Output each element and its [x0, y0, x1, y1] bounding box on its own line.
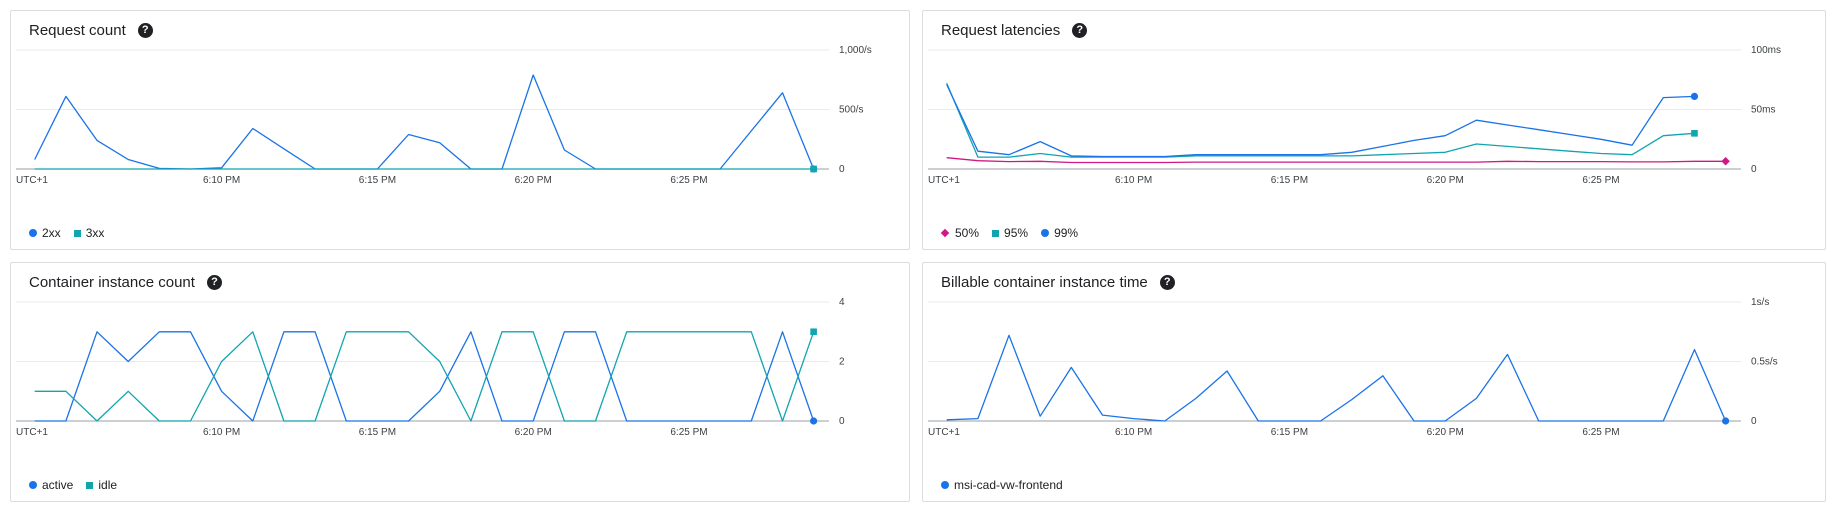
y-tick-label: 4 [839, 297, 845, 308]
series-end-marker [810, 165, 817, 173]
series-end-marker [1721, 157, 1730, 166]
request-latencies-chart: 0 50ms 100ms UTC+1 6:10 PM 6:15 PM 6:20 PM 6:25… [928, 45, 1781, 186]
y-tick-label: 0 [839, 416, 845, 427]
legend: 50% 95% 99% [940, 226, 1091, 240]
series-line-msi-cad-vw-frontend[interactable] [946, 334, 1727, 422]
series-line-99-[interactable] [946, 84, 1695, 158]
y-tick-label: 0 [1751, 416, 1757, 427]
diamond-marker-icon [940, 228, 950, 238]
series-end-marker [1722, 417, 1730, 425]
series-end-marker [810, 328, 817, 336]
legend-label: active [42, 478, 74, 492]
legend: 2xx 3xx [29, 226, 117, 240]
y-tick-label: 100ms [1751, 45, 1781, 56]
legend-item-service[interactable]: msi-cad-vw-frontend [941, 478, 1063, 492]
series-line-50-[interactable] [946, 157, 1726, 164]
circle-marker-icon [1041, 229, 1050, 237]
legend-item-3xx[interactable]: 3xx [73, 226, 105, 240]
x-tick-label: 6:10 PM [203, 427, 240, 438]
x-tick-label: 6:10 PM [1115, 175, 1152, 186]
legend-item-95[interactable]: 95% [992, 226, 1028, 240]
x-tick-label: 6:25 PM [1582, 427, 1619, 438]
square-marker-icon [992, 229, 1000, 237]
circle-marker-icon [29, 229, 37, 237]
legend-label: 99% [1054, 226, 1079, 240]
legend-item-2xx[interactable]: 2xx [29, 226, 61, 240]
legend-label: msi-cad-vw-frontend [954, 478, 1063, 492]
container-instance-count-chart: 0 2 4 UTC+1 6:10 PM 6:15 PM 6:20 PM 6:25 PM [16, 297, 845, 438]
square-marker-icon [73, 229, 81, 237]
series-line-idle[interactable] [34, 331, 815, 422]
y-tick-label: 0 [1751, 164, 1757, 175]
legend-item-50[interactable]: 50% [940, 226, 980, 240]
legend-label: 3xx [85, 226, 105, 240]
request-latencies-panel: Request latencies ? 0 50ms 100ms UTC+1 6:10 … [922, 10, 1826, 250]
billable-instance-time-panel: Billable container instance time ? 0 0.5s… [922, 262, 1826, 502]
container-instance-count-panel: Container instance count ? 0 2 4 UTC+1 6:10 … [10, 262, 910, 502]
legend-item-idle[interactable]: idle [86, 478, 117, 492]
x-tick-label: UTC+1 [16, 427, 48, 438]
circle-marker-icon [941, 481, 949, 489]
legend-label: 50% [955, 226, 980, 240]
x-tick-label: UTC+1 [16, 175, 48, 186]
square-marker-icon [86, 481, 94, 489]
y-tick-label: 0.5s/s [1751, 357, 1778, 368]
x-tick-label: 6:15 PM [359, 427, 396, 438]
y-tick-label: 500/s [839, 105, 863, 116]
legend: msi-cad-vw-frontend [941, 478, 1076, 492]
legend-label: 95% [1004, 226, 1029, 240]
x-tick-label: 6:20 PM [515, 175, 552, 186]
series-line-2xx[interactable] [34, 74, 815, 170]
x-tick-label: 6:25 PM [670, 175, 707, 186]
x-tick-label: 6:15 PM [1271, 175, 1308, 186]
x-tick-label: 6:25 PM [670, 427, 707, 438]
series-end-marker [1691, 130, 1698, 137]
series-line-95-[interactable] [946, 83, 1695, 158]
x-tick-label: 6:25 PM [1582, 175, 1619, 186]
y-tick-label: 1s/s [1751, 297, 1769, 308]
x-tick-label: 6:10 PM [1115, 427, 1152, 438]
y-tick-label: 1,000/s [839, 45, 872, 56]
legend-label: 2xx [42, 226, 61, 240]
legend-label: idle [98, 478, 118, 492]
legend: active idle [29, 478, 130, 492]
x-tick-label: 6:20 PM [1427, 427, 1464, 438]
x-tick-label: 6:20 PM [515, 427, 552, 438]
x-tick-label: 6:15 PM [1271, 427, 1308, 438]
y-tick-label: 50ms [1751, 105, 1775, 116]
circle-marker-icon [29, 481, 37, 489]
x-tick-label: 6:15 PM [359, 175, 396, 186]
request-count-panel: Request count ? 0 500/s 1,000/s UTC+1 6:10 P… [10, 10, 910, 250]
series-end-marker [1690, 92, 1699, 101]
x-tick-label: 6:10 PM [203, 175, 240, 186]
x-tick-label: UTC+1 [928, 175, 960, 186]
legend-item-active[interactable]: active [29, 478, 73, 492]
request-count-chart: 0 500/s 1,000/s UTC+1 6:10 PM 6:15 PM 6:20 PM 6… [16, 45, 872, 186]
y-tick-label: 0 [839, 164, 845, 175]
billable-instance-time-chart: 0 0.5s/s 1s/s UTC+1 6:10 PM 6:15 PM 6:20 PM 6:2… [928, 297, 1778, 438]
series-end-marker [810, 417, 818, 425]
y-tick-label: 2 [839, 357, 845, 368]
legend-item-99[interactable]: 99% [1041, 226, 1078, 240]
x-tick-label: UTC+1 [928, 427, 960, 438]
x-tick-label: 6:20 PM [1427, 175, 1464, 186]
series-line-active[interactable] [34, 331, 815, 422]
